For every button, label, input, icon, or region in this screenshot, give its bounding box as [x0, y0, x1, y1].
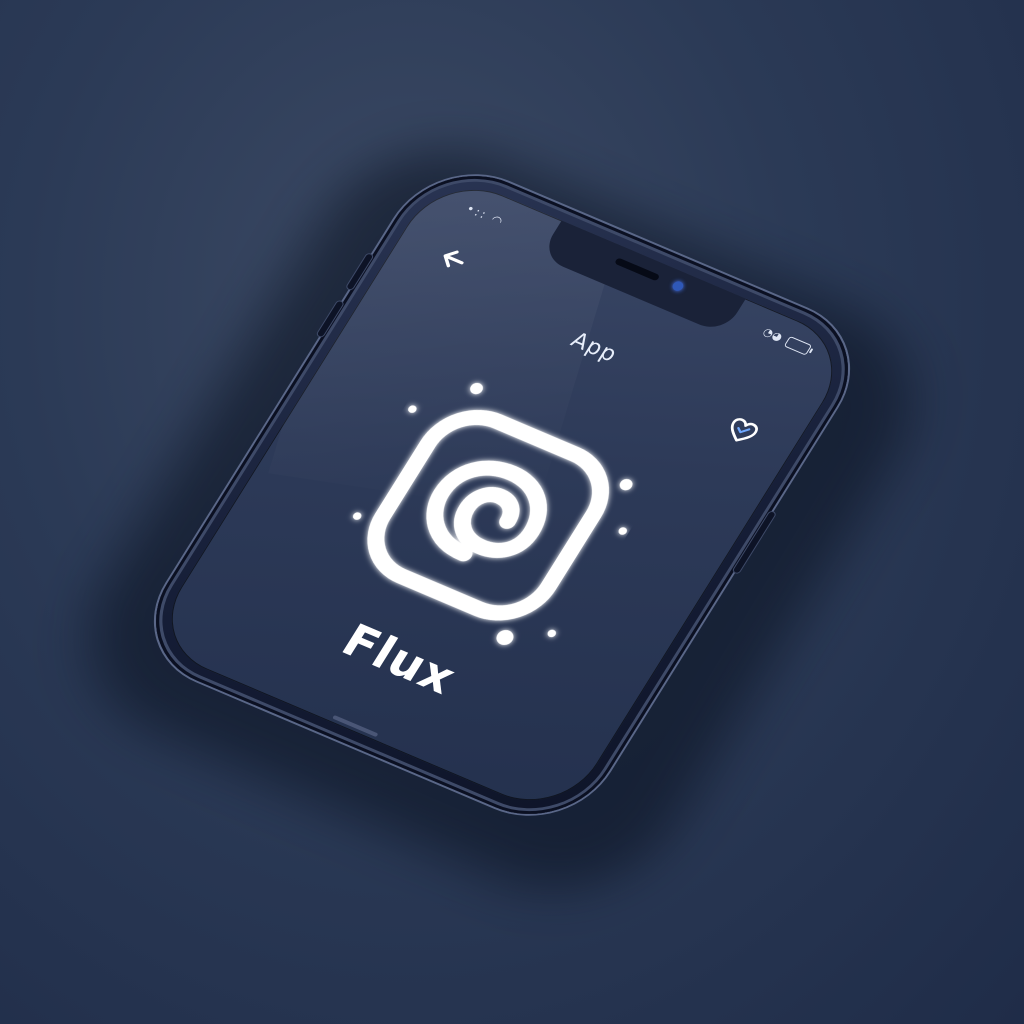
home-indicator	[332, 714, 379, 738]
battery-icon	[783, 335, 813, 356]
speaker-grille	[614, 257, 661, 282]
front-camera	[670, 279, 686, 293]
status-glyph: ◔◕	[760, 325, 786, 344]
status-bar-right: ◔◕	[760, 325, 813, 356]
scene-background: •:: ◠ ◔◕ App Flux	[0, 0, 1024, 1024]
